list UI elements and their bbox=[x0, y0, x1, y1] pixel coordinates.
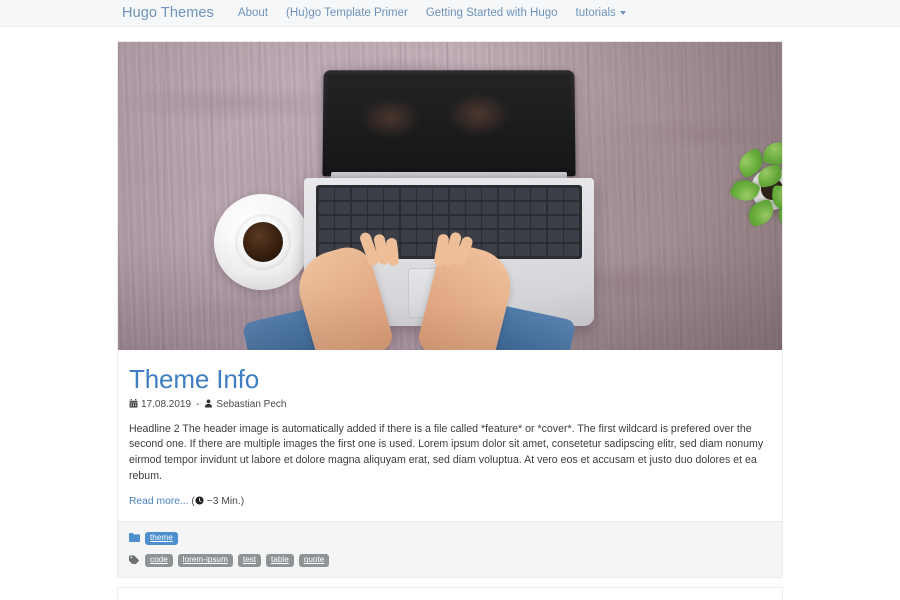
calendar-icon bbox=[129, 398, 138, 411]
read-time-close-paren: ) bbox=[240, 496, 245, 508]
nav-dropdown-tutorials-label: tutorials bbox=[575, 7, 616, 19]
chevron-down-icon bbox=[619, 10, 626, 15]
post-list-container: Theme Info 17.08.2019 - Sebastian Pech H… bbox=[117, 27, 783, 600]
nav-link-about[interactable]: About bbox=[238, 7, 277, 19]
meta-separator: - bbox=[196, 399, 200, 411]
tag-badge[interactable]: quote bbox=[298, 553, 330, 567]
post-date: 17.08.2019 bbox=[141, 399, 192, 411]
folder-icon bbox=[129, 529, 140, 547]
nav-link-getting-started-with-hugo[interactable]: Getting Started with Hugo bbox=[417, 7, 567, 19]
post-body: Theme Info 17.08.2019 - Sebastian Pech H… bbox=[118, 350, 782, 521]
photo-vignette bbox=[118, 42, 782, 350]
navbar-brand[interactable]: Hugo Themes bbox=[122, 5, 214, 21]
post-categories-row: theme bbox=[129, 529, 771, 547]
nav-dropdown-tutorials[interactable]: tutorials bbox=[567, 7, 635, 19]
read-more-link[interactable]: Read more... bbox=[129, 496, 189, 507]
post-summary: Headline 2 The header image is automatic… bbox=[129, 422, 764, 482]
tag-icon bbox=[129, 551, 140, 569]
user-icon bbox=[204, 399, 213, 411]
post-tags-row: code lorem-ipsum test table quote bbox=[129, 551, 771, 569]
tag-badge[interactable]: lorem-ipsum bbox=[177, 553, 233, 567]
read-time-value: ~3 Min. bbox=[206, 496, 241, 508]
post-feature-image[interactable] bbox=[118, 42, 782, 350]
post-meta: 17.08.2019 - Sebastian Pech bbox=[129, 398, 771, 411]
post-title-link[interactable]: Theme Info bbox=[129, 364, 771, 395]
post-body: Markdown Syntax Guide 11.03.2019 - Sebas… bbox=[118, 588, 782, 600]
category-badge[interactable]: theme bbox=[145, 531, 178, 545]
tag-badge[interactable]: table bbox=[266, 553, 294, 567]
post-card-markdown-syntax-guide: Markdown Syntax Guide 11.03.2019 - Sebas… bbox=[117, 587, 783, 600]
post-taxonomy-footer: theme code lorem-ipsum test table quote bbox=[118, 521, 782, 578]
top-navbar: Hugo Themes About (Hu)go Template Primer… bbox=[0, 0, 900, 27]
post-read-more: Read more... ( ~3 Min.) bbox=[129, 496, 771, 508]
tag-badge[interactable]: code bbox=[145, 553, 173, 567]
clock-icon bbox=[195, 496, 204, 508]
tag-badge[interactable]: test bbox=[237, 553, 262, 567]
post-card-theme-info: Theme Info 17.08.2019 - Sebastian Pech H… bbox=[117, 41, 783, 579]
nav-link-hugo-template-primer[interactable]: (Hu)go Template Primer bbox=[277, 7, 417, 19]
post-author: Sebastian Pech bbox=[216, 399, 287, 411]
navbar-links: About (Hu)go Template Primer Getting Sta… bbox=[238, 7, 635, 19]
